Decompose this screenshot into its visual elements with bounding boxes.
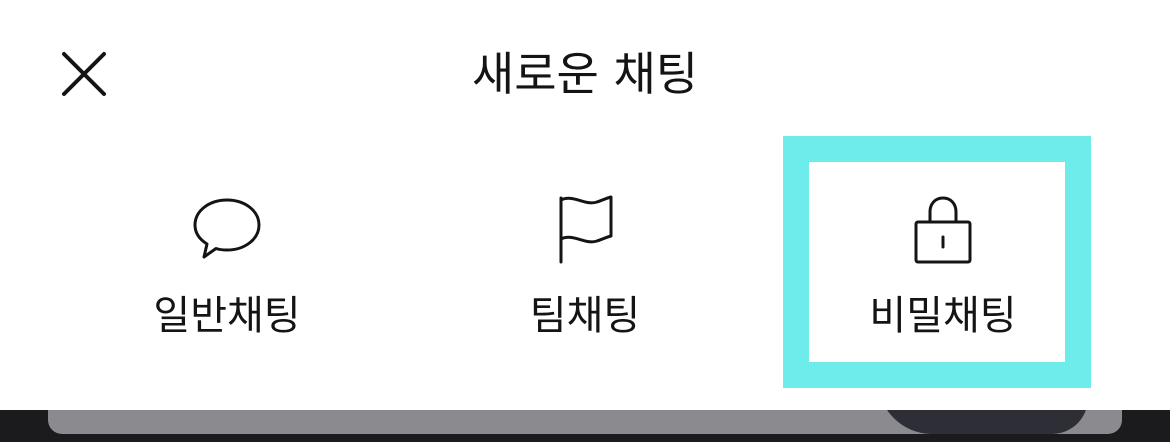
general-chat-option[interactable]: 일반채팅 — [86, 160, 368, 360]
team-chat-label: 팀채팅 — [529, 293, 641, 339]
speech-bubble-icon — [86, 190, 368, 270]
secret-chat-option[interactable]: 비밀채팅 — [802, 160, 1084, 360]
team-chat-option[interactable]: 팀채팅 — [444, 160, 726, 360]
general-chat-label: 일반채팅 — [153, 293, 301, 339]
lock-icon — [802, 190, 1084, 270]
secret-chat-label: 비밀채팅 — [869, 293, 1017, 339]
page-title: 새로운 채팅 — [471, 47, 699, 101]
new-chat-sheet: 새로운 채팅 일반채팅 팀채팅 비밀채팅 — [0, 0, 1170, 410]
flag-icon — [444, 190, 726, 270]
